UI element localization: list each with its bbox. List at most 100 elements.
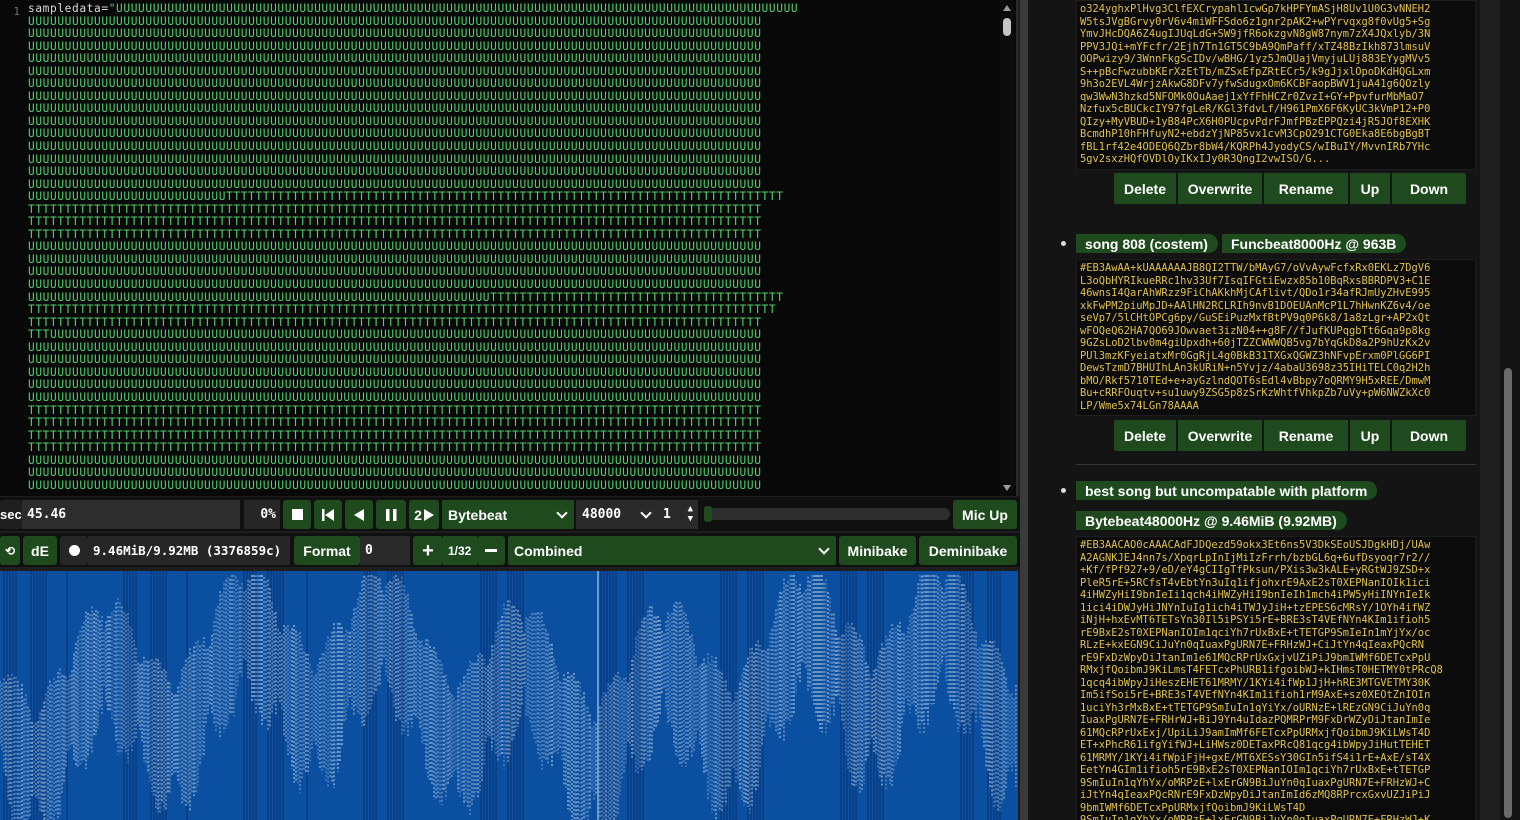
chevron-down-icon bbox=[556, 507, 568, 519]
waveform-band bbox=[735, 571, 737, 820]
view-mode-select[interactable]: Combined bbox=[508, 536, 836, 565]
waveform-band bbox=[135, 571, 137, 820]
volume-display[interactable]: 0% bbox=[244, 500, 280, 529]
code-line: TTTUUUUUUUUUUUUUUUUUUUUUUUUUUUUUUUUUUUUU… bbox=[28, 328, 762, 342]
list-bullet bbox=[1061, 241, 1066, 246]
code-line: UUUUUUUUUUUUUUUUUUUUUUUUUUUUUUUUUUUUUUUU… bbox=[28, 52, 762, 66]
code-line: UUUUUUUUUUUUUUUUUUUUUUUUUUUUUUUUUUUUUUUU… bbox=[28, 466, 762, 480]
song-meta: Bytebeat48000Hz @ 9.46MiB (9.92MB) bbox=[1076, 511, 1347, 530]
record-button[interactable] bbox=[60, 536, 88, 565]
code-line: UUUUUUUUUUUUUUUUUUUUUUUUUUUUUUUUUUUUUUUU… bbox=[28, 77, 762, 91]
waveform-band bbox=[726, 571, 728, 820]
chevron-down-icon bbox=[818, 543, 830, 555]
sec-label: sec bbox=[0, 500, 22, 529]
waveform-band bbox=[66, 571, 68, 820]
song-code[interactable]: o324yghxPlHvg3ClfEXCrypahl1cwGp7kHPFYmAS… bbox=[1076, 0, 1476, 170]
format-controls: ⟲ dE 9.46MiB/9.92MB (3376859c) Format 0 … bbox=[0, 533, 1020, 567]
link-button[interactable]: ⟲ bbox=[0, 536, 20, 565]
format-button[interactable]: Format bbox=[294, 536, 360, 565]
scroll-down-icon[interactable] bbox=[1003, 485, 1011, 491]
panel-divider[interactable] bbox=[1020, 0, 1028, 820]
link-icon: ⟲ bbox=[4, 543, 16, 558]
song-title[interactable]: song 808 (costem) bbox=[1076, 234, 1218, 253]
waveform-band bbox=[276, 571, 278, 820]
rename-button[interactable]: Rename bbox=[1262, 420, 1348, 451]
waveform-band bbox=[855, 571, 857, 820]
minibake-button[interactable]: Minibake bbox=[839, 536, 916, 565]
spinner-icon[interactable]: ▲ ▼ bbox=[688, 504, 693, 524]
mic-up-button[interactable]: Mic Up bbox=[953, 500, 1017, 529]
library-scrollbar[interactable] bbox=[1500, 0, 1520, 820]
code-line: UUUUUUUUUUUUUUUUUUUUUUUUUUUUUUUUUUUUUUUU… bbox=[28, 478, 762, 492]
code-line: TTTTTTTTTTTTTTTTTTTTTTTTTTTTTTTTTTTTTTTT… bbox=[28, 416, 762, 430]
skip-back-icon bbox=[322, 508, 334, 521]
code-line: sampledata="UUUUUUUUUUUUUUUUUUUUUUUUUUUU… bbox=[28, 3, 1002, 16]
zoom-level: 1/32 bbox=[443, 536, 477, 565]
volume-slider-handle[interactable] bbox=[704, 506, 712, 522]
waveform-band bbox=[375, 571, 377, 820]
format-input[interactable]: 0 bbox=[360, 536, 410, 565]
play-icon bbox=[423, 508, 434, 521]
code-line: UUUUUUUUUUUUUUUUUUUUUUUUUUUUUUUUUUUUUUUU… bbox=[28, 353, 762, 367]
waveform-band bbox=[756, 571, 758, 820]
waveform-band bbox=[390, 571, 392, 820]
waveform-band bbox=[399, 571, 401, 820]
overwrite-button[interactable]: Overwrite bbox=[1176, 173, 1262, 204]
code-line: UUUUUUUUUUUUUUUUUUUUUUUUUUUUUUUUUUUUUUUU… bbox=[28, 27, 762, 41]
chevron-down-icon bbox=[640, 507, 652, 519]
song-code[interactable]: #EB3AACAO0cAAACAdFJDQezd59okx3Et6ns5V3Dk… bbox=[1076, 536, 1476, 820]
delete-button[interactable]: Delete bbox=[1114, 173, 1176, 204]
song-actions: Delete Overwrite Rename Up Down bbox=[1114, 173, 1466, 204]
down-button[interactable]: Down bbox=[1390, 173, 1466, 204]
code-line: UUUUUUUUUUUUUUUUUUUUUUUUUUUUUUUUUUUUUUUU… bbox=[28, 165, 762, 179]
waveform-band bbox=[495, 571, 497, 820]
zoom-in-button[interactable]: + bbox=[413, 536, 443, 565]
time-input[interactable]: 45.46 bbox=[22, 500, 240, 529]
volume-slider[interactable] bbox=[704, 506, 950, 522]
entry-separator bbox=[1076, 464, 1476, 465]
song-meta: Funcbeat8000Hz @ 963B bbox=[1222, 234, 1407, 253]
minus-icon bbox=[485, 549, 497, 552]
code-text[interactable]: sampledata="UUUUUUUUUUUUUUUUUUUUUUUUUUUU… bbox=[28, 3, 1002, 493]
waveform-band bbox=[279, 571, 281, 820]
rename-button[interactable]: Rename bbox=[1262, 173, 1348, 204]
up-button[interactable]: Up bbox=[1348, 173, 1390, 204]
waveform-band bbox=[393, 571, 395, 820]
size-info: 9.46MiB/9.92MB (3376859c) bbox=[88, 536, 290, 565]
code-string: "UUUUUUUUUUUUUUUUUUUUUUUUUUUUUUUUUUUUUUU… bbox=[108, 3, 799, 15]
song-library: o324yghxPlHvg3ClfEXCrypahl1cwGp7kHPFYmAS… bbox=[1028, 0, 1480, 820]
mode-select[interactable]: Bytebeat bbox=[442, 500, 574, 529]
waveform-band bbox=[759, 571, 761, 820]
editor-scrollbar[interactable] bbox=[1000, 0, 1014, 496]
editor-scroll-thumb[interactable] bbox=[1003, 18, 1011, 36]
delete-button[interactable]: Delete bbox=[1114, 420, 1176, 451]
mode-value: Bytebeat bbox=[448, 506, 508, 523]
de-button[interactable]: dE bbox=[23, 536, 57, 565]
waveform-band bbox=[249, 571, 251, 820]
down-button[interactable]: Down bbox=[1390, 420, 1466, 451]
sample-rate-select[interactable]: 48000 bbox=[576, 500, 658, 529]
scroll-up-icon[interactable] bbox=[1003, 5, 1011, 11]
reset-button[interactable] bbox=[314, 500, 342, 529]
waveform-band bbox=[273, 571, 275, 820]
overwrite-button[interactable]: Overwrite bbox=[1176, 420, 1262, 451]
waveform-canvas[interactable] bbox=[0, 569, 1018, 820]
code-line: TTTTTTTTTTTTTTTTTTTTTTTTTTTTTTTTTTTTTTTT… bbox=[28, 303, 777, 317]
code-editor[interactable]: 1 sampledata="UUUUUUUUUUUUUUUUUUUUUUUUUU… bbox=[0, 0, 1018, 496]
waveform-band bbox=[987, 571, 989, 820]
deminibake-button[interactable]: Deminibake bbox=[919, 536, 1017, 565]
pause-button[interactable] bbox=[376, 500, 406, 529]
waveform-band bbox=[492, 571, 494, 820]
song-title[interactable]: best song but uncompatable with platform bbox=[1076, 481, 1378, 500]
song-code[interactable]: #EB3AwAA+kUAAAAAAJB8QI2TTW/bMAyG7/oVvAyw… bbox=[1076, 259, 1476, 416]
reverse-button[interactable] bbox=[345, 500, 373, 529]
zoom-out-button[interactable] bbox=[477, 536, 505, 565]
rate-divisor-input[interactable]: 1 ▲ ▼ bbox=[658, 500, 698, 529]
code-token: sampledata= bbox=[28, 3, 109, 15]
stop-button[interactable] bbox=[283, 500, 311, 529]
list-bullet bbox=[1061, 488, 1066, 493]
up-button[interactable]: Up bbox=[1348, 420, 1390, 451]
speed-button[interactable]: 2 bbox=[409, 500, 439, 529]
library-scroll-thumb[interactable] bbox=[1504, 368, 1512, 818]
waveform-band bbox=[732, 571, 734, 820]
